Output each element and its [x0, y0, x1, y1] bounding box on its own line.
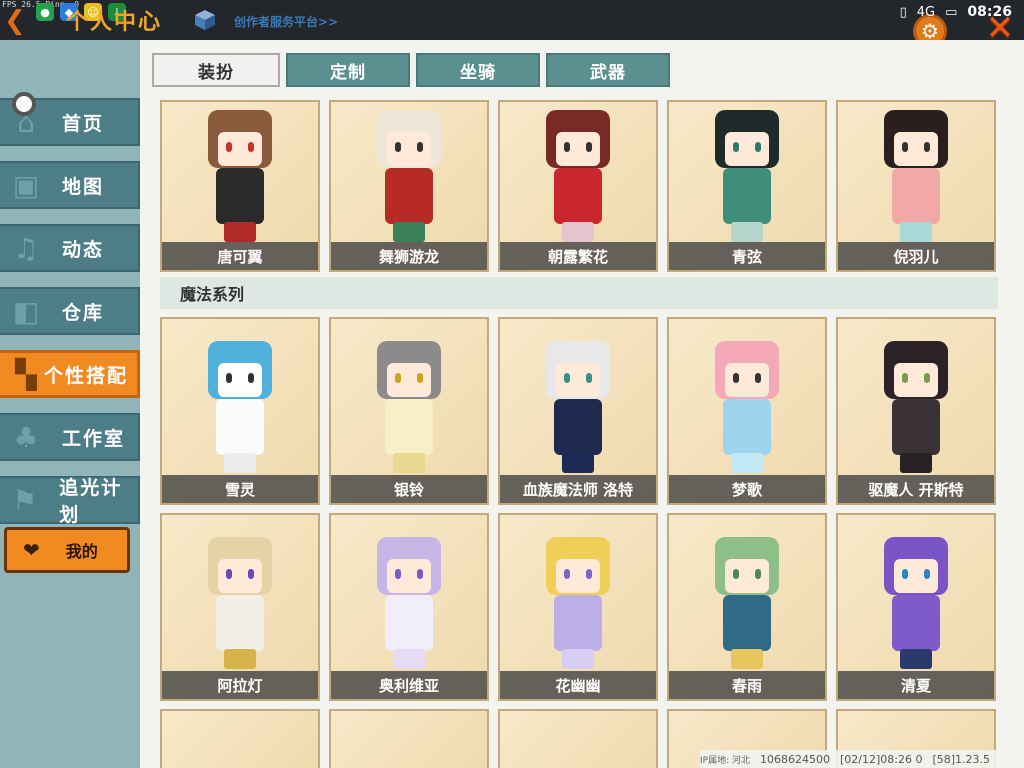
outfit-card-partial[interactable]: [329, 709, 489, 768]
outfit-card[interactable]: 春雨: [667, 513, 827, 701]
card-name: 驱魔人 开斯特: [838, 475, 994, 503]
user-id: 1068624500: [759, 752, 830, 766]
outfit-icon: ▚: [15, 357, 37, 391]
card-name: 银铃: [331, 475, 487, 503]
card-name: 青弦: [669, 242, 825, 270]
card-name: 舞狮游龙: [331, 242, 487, 270]
card-name: 朝露繁花: [500, 242, 656, 270]
tab-mount[interactable]: 坐骑: [416, 53, 540, 87]
outfit-card-partial[interactable]: [498, 709, 658, 768]
flag-icon: ⚑: [12, 483, 38, 517]
main-content: 装扮 定制 坐骑 武器 唐可翼 舞狮游龙 朝露繁花 青弦 倪羽儿 魔法系列 雪灵…: [140, 40, 1024, 768]
card-name: 花幽幽: [500, 671, 656, 699]
tab-weapon[interactable]: 武器: [546, 53, 670, 87]
map-icon: ▣: [12, 168, 40, 202]
box-icon: ◧: [12, 294, 40, 328]
sidebar-item-map[interactable]: ▣ 地图: [0, 161, 140, 209]
bell-icon: ♫: [13, 231, 39, 265]
category-tabs: 装扮 定制 坐骑 武器: [152, 53, 670, 87]
card-name: 春雨: [669, 671, 825, 699]
sidebar-item-warehouse[interactable]: ◧ 仓库: [0, 287, 140, 335]
card-name: 血族魔法师 洛特: [500, 475, 656, 503]
card-name: 阿拉灯: [162, 671, 318, 699]
mine-button[interactable]: ❤ 我的: [4, 527, 130, 573]
section-header-magic: 魔法系列: [160, 277, 998, 309]
card-name: 唐可翼: [162, 242, 318, 270]
card-name: 倪羽儿: [838, 242, 994, 270]
outfit-card[interactable]: 花幽幽: [498, 513, 658, 701]
sidebar-item-chase-light[interactable]: ⚑ 追光计划: [0, 476, 140, 526]
outfit-card[interactable]: 血族魔法师 洛特: [498, 317, 658, 505]
outfit-card[interactable]: 雪灵: [160, 317, 320, 505]
card-name: 奥利维亚: [331, 671, 487, 699]
system-status: ▯ 4G ▭ 08:26: [900, 4, 1012, 20]
network-indicator: 4G: [916, 4, 936, 20]
top-bar: FPS 26.5 Ping: 0 ❮ ● ◆ ☺ ↓ 个人中心 创作者服务平台>…: [0, 0, 1024, 48]
outfit-card[interactable]: 唐可翼: [160, 100, 320, 272]
timestamp: [02/12]08:26 0: [839, 752, 923, 766]
sidebar: ⌂ 首页 ▣ 地图 ♫ 动态 ◧ 仓库 ▚ 个性搭配 ♣ 工作室 ⚑ 追光计划 …: [0, 40, 140, 768]
outfit-card[interactable]: 清夏: [836, 513, 996, 701]
outfit-card[interactable]: 舞狮游龙: [329, 100, 489, 272]
creator-cube-icon[interactable]: [193, 8, 217, 32]
tab-dressup[interactable]: 装扮: [152, 53, 280, 87]
outfit-card[interactable]: 驱魔人 开斯特: [836, 317, 996, 505]
card-name: 梦歌: [669, 475, 825, 503]
outfit-card-partial[interactable]: [160, 709, 320, 768]
back-arrow-icon[interactable]: ❮: [4, 6, 30, 36]
outfit-card[interactable]: 倪羽儿: [836, 100, 996, 272]
card-name: 雪灵: [162, 475, 318, 503]
creator-platform-link[interactable]: 创作者服务平台>>: [234, 13, 338, 30]
sidebar-item-outfit[interactable]: ▚ 个性搭配: [0, 350, 140, 398]
version: [58]1.23.5: [932, 752, 991, 766]
vibrate-icon: ▯: [899, 4, 907, 20]
page-title: 个人中心: [66, 10, 163, 35]
floating-dot-icon[interactable]: [12, 92, 36, 116]
battery-icon: ▭: [945, 4, 958, 20]
sidebar-item-studio[interactable]: ♣ 工作室: [0, 413, 140, 461]
outfit-card[interactable]: 阿拉灯: [160, 513, 320, 701]
card-name: 清夏: [838, 671, 994, 699]
wechat-icon: ●: [36, 3, 54, 21]
outfit-card[interactable]: 银铃: [329, 317, 489, 505]
outfit-card[interactable]: 青弦: [667, 100, 827, 272]
tab-custom[interactable]: 定制: [286, 53, 410, 87]
outfit-card[interactable]: 朝露繁花: [498, 100, 658, 272]
outfit-card[interactable]: 奥利维亚: [329, 513, 489, 701]
footer-info: IP属地: 河北 1068624500 [02/12]08:26 0 [58]1…: [700, 750, 1024, 768]
sidebar-item-feed[interactable]: ♫ 动态: [0, 224, 140, 272]
tree-icon: ♣: [13, 420, 39, 454]
clock: 08:26: [967, 4, 1012, 20]
heart-icon: ❤: [23, 538, 40, 562]
outfit-card[interactable]: 梦歌: [667, 317, 827, 505]
ip-location: IP属地: 河北: [700, 755, 750, 766]
